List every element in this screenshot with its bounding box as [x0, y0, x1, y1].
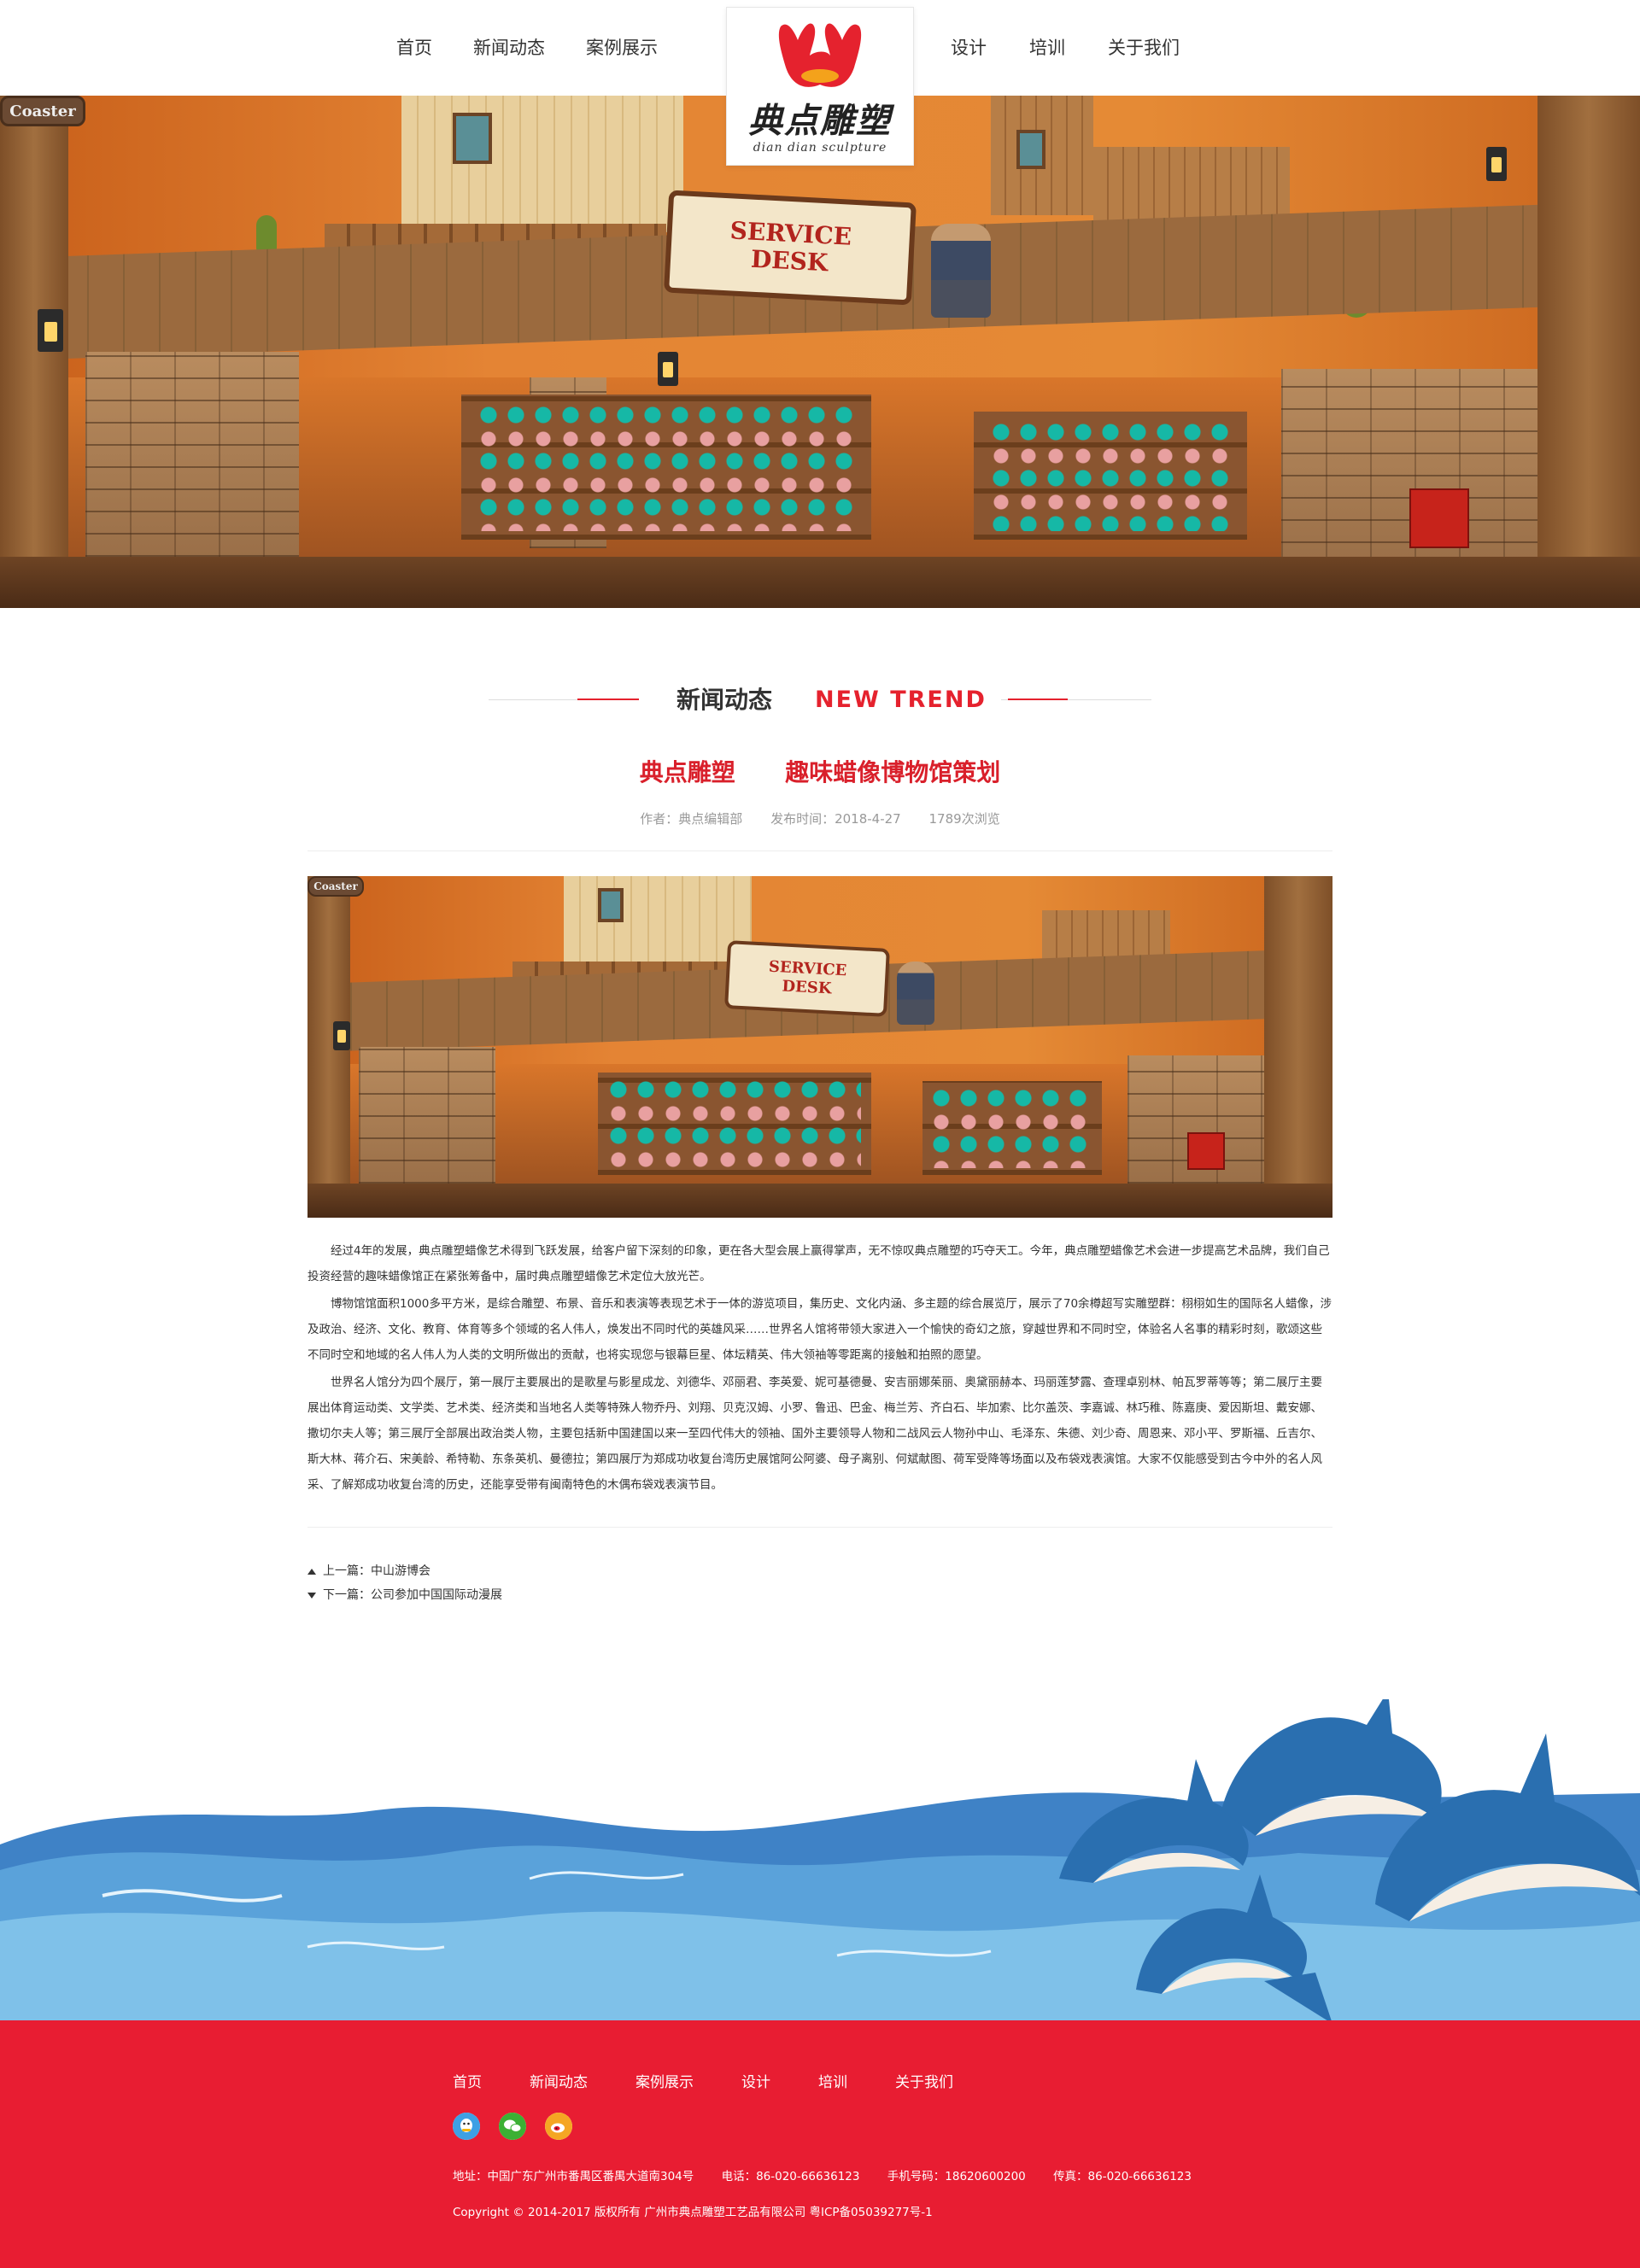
footer-address: 地址：中国广东广州市番禺区番禺大道南304号 [453, 2170, 694, 2183]
section-title-cn: 新闻动态 [676, 686, 773, 714]
article-image: Coaster SERVICE DESK [308, 876, 1332, 1218]
article-pagination: 上一篇：中山游博会 下一篇：公司参加中国国际动漫展 [308, 1559, 502, 1607]
footer-nav-training[interactable]: 培训 [818, 2070, 847, 2091]
divider [308, 850, 1332, 851]
site-logo[interactable]: 典点雕塑 dian dian sculpture [726, 7, 914, 166]
article-views: 1789次浏览 [928, 811, 1000, 827]
caret-down-icon [308, 1592, 316, 1599]
article-paragraph: 世界名人馆分为四个展厅，第一展厅主要展出的是歌星与影星成龙、刘德华、邓丽君、李英… [308, 1376, 1322, 1492]
article-author: 作者：典点编辑部 [640, 811, 743, 827]
footer-fax: 传真：86-020-66636123 [1053, 2170, 1192, 2183]
prev-article-link[interactable]: 上一篇：中山游博会 [323, 1559, 430, 1583]
footer-nav-design[interactable]: 设计 [741, 2070, 770, 2091]
section-title-en: NEW TREND [815, 687, 987, 713]
footer-nav-news[interactable]: 新闻动态 [530, 2070, 588, 2091]
nav-cases[interactable]: 案例展示 [565, 0, 678, 96]
article-meta: 作者：典点编辑部 发布时间：2018-4-27 1789次浏览 [308, 808, 1332, 830]
prev-article: 上一篇：中山游博会 [308, 1559, 502, 1583]
article-paragraph: 经过4年的发展，典点雕塑蜡像艺术得到飞跃发展，给客户留下深刻的印象，更在各大型会… [308, 1244, 1330, 1283]
nav-news[interactable]: 新闻动态 [453, 0, 565, 96]
contact-info: 地址：中国广东广州市番禺区番禺大道南304号 电话：86-020-6663612… [453, 2167, 1215, 2186]
article-paragraph: 博物馆馆面积1000多平方米，是综合雕塑、布景、音乐和表演等表现艺术于一体的游览… [308, 1297, 1332, 1362]
logo-text-cn: 典点雕塑 [748, 101, 892, 141]
nav-about[interactable]: 关于我们 [1086, 0, 1201, 96]
weibo-icon[interactable] [545, 2113, 572, 2140]
hero-banner: Coaster SERVICE DESK [0, 96, 1640, 608]
footer-nav: 首页 新闻动态 案例展示 设计 培训 关于我们 [453, 2070, 1001, 2091]
nav-home[interactable]: 首页 [376, 0, 453, 96]
wave-dolphin-illustration [0, 1699, 1640, 2024]
wechat-icon[interactable] [499, 2113, 526, 2140]
main-nav-right: 设计 培训 关于我们 [929, 0, 1201, 96]
footer-mobile: 手机号码：18620600200 [887, 2170, 1026, 2183]
service-desk-line1: SERVICE [729, 216, 852, 251]
divider [308, 1527, 1332, 1528]
wave-front [0, 1911, 1640, 2024]
coaster-sign: Coaster [0, 96, 85, 126]
footer-nav-about[interactable]: 关于我们 [895, 2070, 953, 2091]
image-service-desk-sign: SERVICE DESK [724, 940, 890, 1017]
footer-nav-home[interactable]: 首页 [453, 2070, 482, 2091]
article-body: 经过4年的发展，典点雕塑蜡像艺术得到飞跃发展，给客户留下深刻的印象，更在各大型会… [308, 1238, 1332, 1499]
section-heading: 新闻动态 NEW TREND [489, 683, 1151, 717]
next-article-link[interactable]: 下一篇：公司参加中国国际动漫展 [323, 1583, 502, 1607]
logo-mark-icon [778, 23, 862, 87]
image-service-desk-line1: SERVICE [768, 957, 847, 980]
footer-phone: 电话：86-020-66636123 [721, 2170, 860, 2183]
nav-design[interactable]: 设计 [929, 0, 1008, 96]
article-title: 典点雕塑 趣味蜡像博物馆策划 [639, 758, 1001, 786]
service-desk-line2: DESK [750, 244, 829, 278]
footer-copyright: Copyright © 2014-2017 版权所有 广州市典点雕塑工艺品有限公… [453, 2206, 933, 2219]
nav-training[interactable]: 培训 [1008, 0, 1086, 96]
qq-icon[interactable] [453, 2113, 480, 2140]
image-service-desk-line2: DESK [781, 977, 832, 998]
image-coaster-sign: Coaster [308, 876, 364, 897]
footer-nav-cases[interactable]: 案例展示 [636, 2070, 694, 2091]
social-links [453, 2113, 591, 2140]
service-desk-sign: SERVICE DESK [664, 190, 917, 306]
main-nav-left: 首页 新闻动态 案例展示 [376, 0, 678, 96]
article-date: 发布时间：2018-4-27 [770, 811, 901, 827]
logo-text-en: dian dian sculpture [753, 141, 887, 155]
caret-up-icon [308, 1568, 316, 1575]
site-footer: 首页 新闻动态 案例展示 设计 培训 关于我们 地址：中国广东广州市番禺区番禺大… [0, 2020, 1640, 2268]
next-article: 下一篇：公司参加中国国际动漫展 [308, 1583, 502, 1607]
